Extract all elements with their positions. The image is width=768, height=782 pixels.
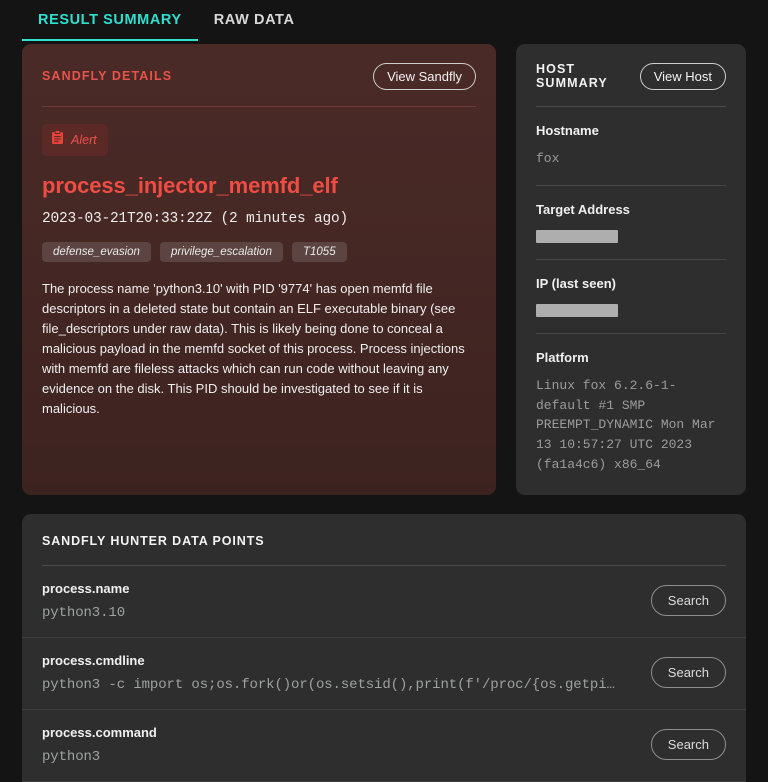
host-field-value: Linux fox 6.2.6-1-default #1 SMP PREEMPT… — [536, 376, 726, 475]
sandfly-details-panel: SANDFLY DETAILS View Sandfly Alert proce… — [22, 44, 496, 495]
summary-row: SANDFLY DETAILS View Sandfly Alert proce… — [0, 44, 768, 495]
data-point-value: python3.10 — [42, 605, 635, 621]
alert-badge-label: Alert — [71, 133, 97, 147]
host-field-label: Hostname — [536, 123, 726, 138]
data-point-value: python3 — [42, 749, 635, 765]
host-summary-header: HOST SUMMARY View Host — [536, 61, 726, 91]
sandfly-details-divider — [42, 106, 476, 107]
redacted-value-bar — [536, 304, 618, 317]
data-point-content: process.cmdline python3 -c import os;os.… — [42, 653, 635, 693]
field-separator — [536, 333, 726, 334]
host-field-hostname: Hostname fox — [536, 107, 726, 169]
hunter-data-points-header: SANDFLY HUNTER DATA POINTS — [22, 514, 746, 566]
search-button[interactable]: Search — [651, 657, 726, 688]
host-field-ip-last-seen: IP (last seen) — [536, 243, 726, 317]
tab-bar: RESULT SUMMARY RAW DATA — [0, 0, 768, 44]
tag-item[interactable]: privilege_escalation — [160, 242, 283, 262]
view-sandfly-button[interactable]: View Sandfly — [373, 63, 476, 90]
data-point-content: process.name python3.10 — [42, 581, 635, 621]
tag-item[interactable]: defense_evasion — [42, 242, 151, 262]
view-host-button[interactable]: View Host — [640, 63, 726, 90]
data-point-value: python3 -c import os;os.fork()or(os.sets… — [42, 677, 635, 693]
sandfly-details-title: SANDFLY DETAILS — [42, 69, 172, 83]
search-button[interactable]: Search — [651, 585, 726, 616]
host-field-label: IP (last seen) — [536, 276, 726, 291]
tab-raw-data-label: RAW DATA — [214, 12, 295, 28]
data-point-key: process.cmdline — [42, 653, 635, 668]
tab-raw-data[interactable]: RAW DATA — [198, 0, 311, 41]
host-field-value: fox — [536, 149, 726, 169]
tag-list: defense_evasion privilege_escalation T10… — [42, 242, 476, 262]
host-field-platform: Platform Linux fox 6.2.6-1-default #1 SM… — [536, 317, 726, 475]
tab-result-summary-label: RESULT SUMMARY — [38, 12, 182, 28]
host-summary-panel: HOST SUMMARY View Host Hostname fox Targ… — [516, 44, 746, 495]
sandfly-description: The process name 'python3.10' with PID '… — [42, 279, 476, 419]
data-point-row: process.name python3.10 Search — [22, 566, 746, 638]
clipboard-icon — [51, 130, 64, 150]
field-separator — [536, 185, 726, 186]
hunter-data-points-title: SANDFLY HUNTER DATA POINTS — [42, 534, 264, 548]
data-point-key: process.name — [42, 581, 635, 596]
tab-result-summary[interactable]: RESULT SUMMARY — [22, 0, 198, 41]
host-field-label: Target Address — [536, 202, 726, 217]
field-separator — [536, 259, 726, 260]
sandfly-timestamp: 2023-03-21T20:33:22Z (2 minutes ago) — [42, 211, 476, 227]
data-point-row: process.cmdline python3 -c import os;os.… — [22, 638, 746, 710]
alert-status-badge: Alert — [42, 124, 108, 156]
search-button[interactable]: Search — [651, 729, 726, 760]
hunter-data-points-panel: SANDFLY HUNTER DATA POINTS process.name … — [22, 514, 746, 782]
tag-item[interactable]: T1055 — [292, 242, 347, 262]
data-point-content: process.command python3 — [42, 725, 635, 765]
data-point-key: process.command — [42, 725, 635, 740]
data-point-row: process.command python3 Search — [22, 710, 746, 782]
host-field-target-address: Target Address — [536, 169, 726, 243]
host-field-label: Platform — [536, 350, 726, 365]
host-summary-title: HOST SUMMARY — [536, 62, 640, 90]
redacted-value-bar — [536, 230, 618, 243]
sandfly-name: process_injector_memfd_elf — [42, 173, 476, 199]
sandfly-details-header: SANDFLY DETAILS View Sandfly — [42, 61, 476, 91]
